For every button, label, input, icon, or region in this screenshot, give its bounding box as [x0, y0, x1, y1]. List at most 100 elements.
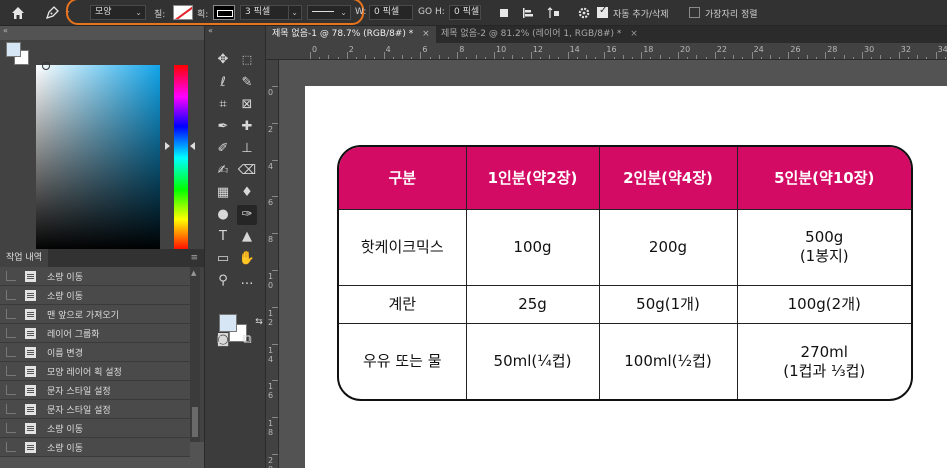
- gradient-tool-icon[interactable]: ▦: [213, 183, 233, 203]
- more-tools-icon[interactable]: …: [237, 271, 257, 291]
- ruler-tick: [567, 52, 569, 59]
- ruler-tick: [272, 454, 278, 455]
- stroke-type-select[interactable]: ⌄: [307, 5, 351, 20]
- collapse-tools-icon[interactable]: «: [208, 26, 213, 35]
- history-item[interactable]: 소량 이동: [0, 438, 190, 457]
- ruler-tick: [825, 52, 827, 59]
- chevron-down-icon: ⌄: [340, 8, 347, 17]
- rectangle-tool-icon[interactable]: ▭: [213, 249, 233, 269]
- vertical-ruler[interactable]: 0 2 4 6 8 10 12 14 16 18 20: [266, 60, 279, 468]
- tab-document-2[interactable]: 제목 없음-2 @ 81.2% (레이어 1, RGB/8#) * ×: [435, 26, 644, 43]
- crop-tool-icon[interactable]: ⌗: [213, 95, 233, 115]
- eyedropper-tool-icon[interactable]: ✒: [213, 117, 233, 137]
- ruler-label: 2: [348, 45, 354, 54]
- canvas-area[interactable]: 구분 1인분(약2장) 2인분(약4장) 5인분(약10장) 핫케이크믹스 10…: [279, 60, 947, 468]
- color-picker-ring[interactable]: [42, 62, 50, 70]
- tab-document-1[interactable]: 제목 없음-1 @ 78.7% (RGB/8#) * ×: [266, 26, 436, 43]
- table-cell: 100ml(½컵): [599, 323, 738, 399]
- clone-stamp-tool-icon[interactable]: ⊥: [237, 139, 257, 159]
- hue-slider-handle-right-icon[interactable]: [190, 142, 195, 150]
- ruler-minor-tick: [365, 55, 367, 59]
- header-cell: 2인분(약4장): [599, 147, 738, 210]
- scroll-up-icon[interactable]: ▲: [191, 269, 196, 277]
- ruler-tick: [751, 52, 753, 59]
- history-scrollbar[interactable]: ▲: [190, 267, 200, 442]
- brush-tool-icon[interactable]: ✐: [213, 139, 233, 159]
- path-alignment-icon[interactable]: [521, 6, 535, 20]
- history-brush-tool-icon[interactable]: ✍: [213, 161, 233, 181]
- header-cell: 1인분(약2장): [466, 147, 600, 210]
- marquee-tool-icon[interactable]: ⬚: [237, 50, 257, 70]
- width-input[interactable]: 0 픽셀: [369, 5, 413, 20]
- type-tool-icon[interactable]: T: [213, 227, 233, 247]
- ruler-minor-tick: [448, 57, 449, 59]
- zoom-tool-icon[interactable]: ⚲: [213, 271, 233, 291]
- tool-preset-chevron-icon[interactable]: ⌄: [64, 6, 71, 15]
- blur-tool-icon[interactable]: ♦: [237, 183, 257, 203]
- history-brush-icon: [6, 423, 16, 433]
- auto-add-delete-checkbox[interactable]: [597, 5, 608, 18]
- ruler-tick: [272, 159, 278, 161]
- move-tool-icon[interactable]: ✥: [213, 50, 233, 70]
- ruler-minor-tick: [328, 55, 330, 59]
- scrollbar-thumb[interactable]: [192, 407, 198, 437]
- close-icon[interactable]: ×: [630, 29, 638, 39]
- path-selection-tool-icon[interactable]: ▲: [237, 227, 257, 247]
- history-item[interactable]: 문자 스타일 설정: [0, 381, 190, 400]
- tool-mode-select[interactable]: 모양 ⌄: [90, 5, 146, 20]
- screen-mode-icon[interactable]: ⧉: [237, 330, 257, 350]
- ruler-label: 34: [937, 45, 947, 54]
- pen-tool-icon[interactable]: ✑: [237, 205, 257, 225]
- ruler-minor-tick: [319, 57, 321, 59]
- document-canvas[interactable]: 구분 1인분(약2장) 2인분(약4장) 5인분(약10장) 핫케이크믹스 10…: [305, 86, 947, 468]
- align-edges-checkbox[interactable]: [689, 7, 700, 18]
- history-item[interactable]: 이름 변경: [0, 343, 190, 362]
- close-icon[interactable]: ×: [422, 29, 430, 39]
- history-item[interactable]: 소량 이동: [0, 286, 190, 305]
- color-spectrum-field[interactable]: [36, 62, 160, 251]
- path-arrangement-icon[interactable]: [547, 6, 561, 20]
- history-item[interactable]: 모양 레이어 획 설정: [0, 362, 190, 381]
- chevron-down-icon: ⌄: [135, 8, 142, 17]
- hand-tool-icon[interactable]: ✋: [237, 249, 257, 269]
- stroke-width-dropdown[interactable]: ⌄: [288, 5, 302, 20]
- stroke-swatch[interactable]: [213, 5, 235, 20]
- hue-slider-handle-left-icon[interactable]: [165, 142, 170, 150]
- gear-icon[interactable]: [577, 6, 591, 20]
- history-item[interactable]: 맨 앞으로 가져오기: [0, 305, 190, 324]
- table-cell: 50ml(¼컵): [466, 323, 600, 399]
- fill-swatch[interactable]: [173, 5, 193, 20]
- ruler-label: 10: [496, 45, 507, 54]
- collapse-panels-icon[interactable]: «: [3, 26, 8, 35]
- recipe-table-shape[interactable]: 구분 1인분(약2장) 2인분(약4장) 5인분(약10장) 핫케이크믹스 10…: [337, 145, 913, 401]
- horizontal-ruler[interactable]: 0 2 4 6 8 10 12 14 16 18 20 22 24 26 28 30 32 34: [266, 43, 947, 60]
- path-operations-icon[interactable]: [497, 6, 511, 20]
- document-icon: [25, 347, 36, 358]
- quick-mask-icon[interactable]: ◙: [213, 330, 233, 350]
- history-item[interactable]: 문자 스타일 설정: [0, 400, 190, 419]
- home-icon[interactable]: [11, 6, 25, 20]
- height-input[interactable]: 0 픽셀: [449, 5, 481, 20]
- history-item[interactable]: 소량 이동: [0, 267, 190, 286]
- lasso-tool-icon[interactable]: ℓ: [213, 73, 233, 93]
- eraser-tool-icon[interactable]: ⌫: [237, 161, 257, 181]
- tab-history[interactable]: 작업 내역: [0, 249, 48, 267]
- history-item[interactable]: 레이어 그룹화: [0, 324, 190, 343]
- ruler-minor-tick: [512, 55, 514, 59]
- ruler-minor-tick: [889, 57, 891, 59]
- frame-tool-icon[interactable]: ⊠: [237, 95, 257, 115]
- link-dimensions-button[interactable]: GO: [418, 7, 432, 17]
- panel-menu-icon[interactable]: ≡: [190, 253, 198, 263]
- panel-fg-bg-swatches[interactable]: [6, 42, 31, 67]
- ruler-minor-tick: [770, 55, 771, 59]
- healing-brush-tool-icon[interactable]: ✚: [237, 117, 257, 137]
- history-item[interactable]: 소량 이동: [0, 419, 190, 438]
- quick-selection-tool-icon[interactable]: ✎: [237, 73, 257, 93]
- hue-slider[interactable]: [174, 65, 188, 251]
- ruler-minor-tick: [438, 55, 440, 59]
- foreground-color-swatch[interactable]: [6, 42, 21, 57]
- header-cell: 5인분(약10장): [737, 147, 911, 210]
- pen-tool-icon[interactable]: [44, 5, 60, 21]
- dodge-tool-icon[interactable]: ●: [213, 205, 233, 225]
- ruler-tick: [862, 52, 863, 59]
